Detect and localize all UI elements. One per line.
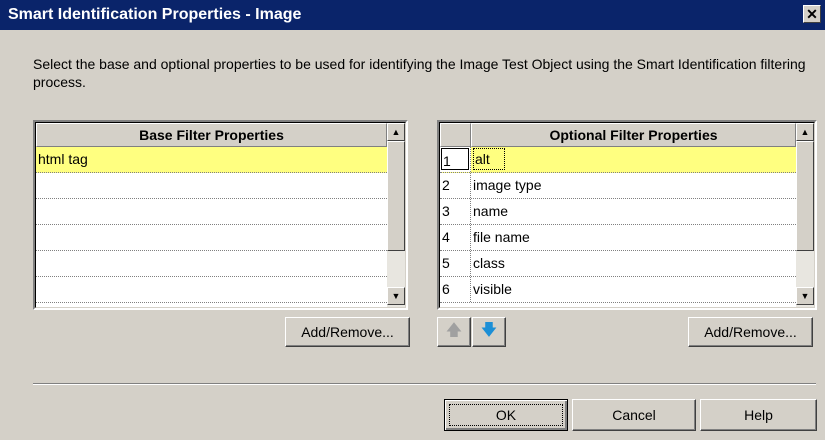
title-bar: Smart Identification Properties - Image … [0,0,825,30]
row-index: 3 [442,203,450,219]
scroll-up-button[interactable]: ▲ [796,123,814,141]
ok-button[interactable]: OK [444,399,568,431]
close-icon: ✕ [806,6,818,22]
triangle-down-icon: ▼ [800,291,810,301]
scroll-thumb[interactable] [387,141,405,251]
arrow-up-icon: 🡅 [445,322,463,339]
separator [33,383,816,385]
base-filter-header[interactable]: Base Filter Properties [36,123,387,147]
row-index: 5 [442,255,450,271]
triangle-down-icon: ▼ [391,291,401,301]
move-down-button[interactable]: 🡇 [472,317,506,347]
optional-filter-grid[interactable]: Optional Filter Properties 1 alt 2 image… [437,120,817,310]
row-name: class [473,255,505,271]
add-remove-label: Add/Remove... [301,324,394,340]
row-name: alt [473,148,505,170]
row-name: name [473,203,509,219]
optional-filter-header[interactable]: Optional Filter Properties [471,123,796,147]
triangle-up-icon: ▲ [800,127,810,137]
help-label: Help [744,407,773,423]
optional-row-6[interactable]: 6 visible [440,277,796,303]
cancel-button[interactable]: Cancel [572,399,696,431]
row-name: file name [473,229,530,245]
window-title: Smart Identification Properties - Image [8,6,302,23]
scroll-up-button[interactable]: ▲ [387,123,405,141]
optional-row-5[interactable]: 5 class [440,251,796,277]
optional-scrollbar[interactable]: ▲ ▼ [796,123,814,307]
row-name: image type [473,177,542,193]
scroll-thumb[interactable] [796,141,814,251]
base-filter-grid[interactable]: Base Filter Properties html tag ▲ ▼ [33,120,408,310]
optional-row-2[interactable]: 2 image type [440,173,796,199]
base-scrollbar[interactable]: ▲ ▼ [387,123,405,307]
arrow-down-icon: 🡇 [480,322,498,339]
help-button[interactable]: Help [700,399,817,431]
optional-add-remove-button[interactable]: Add/Remove... [688,317,813,347]
optional-row-3[interactable]: 3 name [440,199,796,225]
optional-index-header [440,123,471,147]
scroll-down-button[interactable]: ▼ [387,287,405,305]
base-row-2[interactable] [36,173,387,199]
triangle-up-icon: ▲ [391,127,401,137]
optional-row-1[interactable]: 1 alt [440,147,796,173]
optional-row-4[interactable]: 4 file name [440,225,796,251]
row-index: 4 [442,229,450,245]
base-row-6[interactable] [36,277,387,303]
move-up-button[interactable]: 🡅 [437,317,471,347]
description-text: Select the base and optional properties … [33,56,806,90]
row-index: 2 [442,177,450,193]
base-row-label: html tag [38,151,88,167]
base-row-5[interactable] [36,251,387,277]
base-row-1[interactable]: html tag [36,147,387,173]
add-remove-label: Add/Remove... [704,324,797,340]
base-row-3[interactable] [36,199,387,225]
scroll-down-button[interactable]: ▼ [796,287,814,305]
base-row-4[interactable] [36,225,387,251]
base-add-remove-button[interactable]: Add/Remove... [285,317,410,347]
focus-rect [449,404,563,426]
cancel-label: Cancel [612,407,656,423]
row-name: visible [473,281,512,297]
close-button[interactable]: ✕ [803,5,821,23]
row-index: 6 [442,281,450,297]
row-index: 1 [441,148,469,170]
